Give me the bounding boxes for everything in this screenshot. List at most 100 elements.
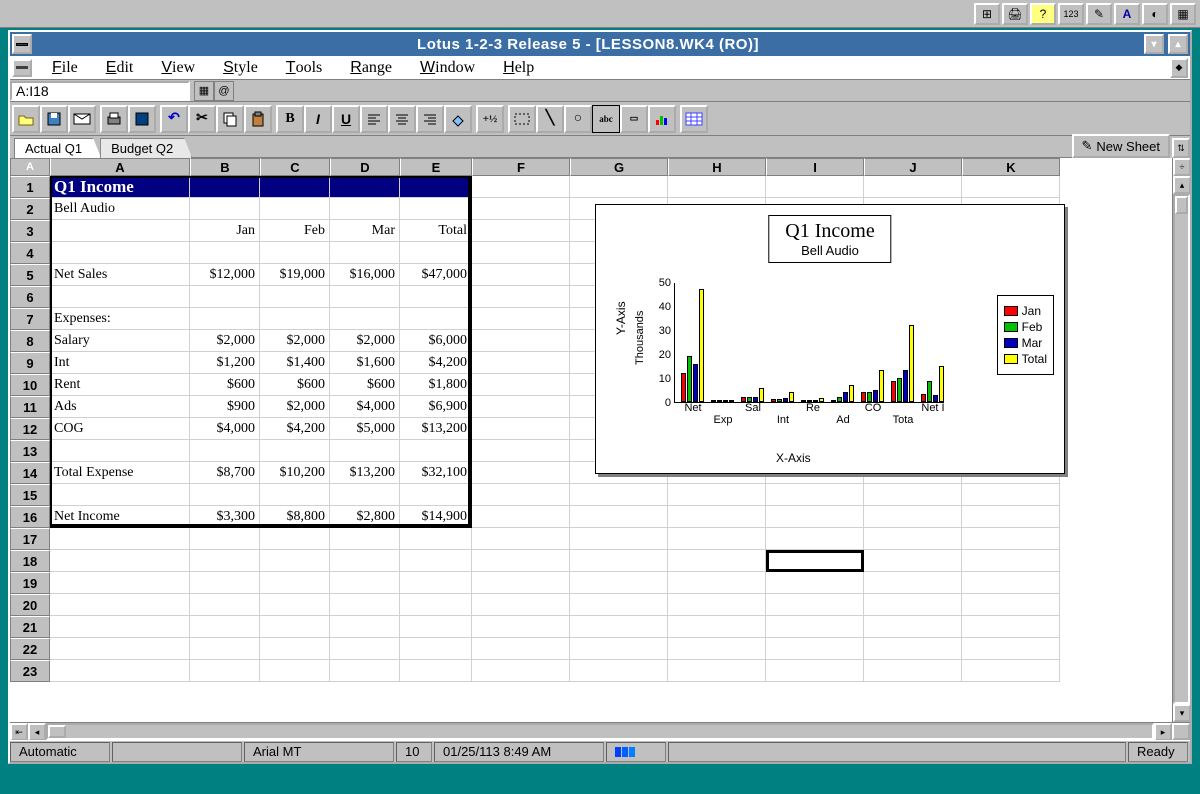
- cell[interactable]: [400, 286, 472, 308]
- cell[interactable]: [472, 616, 570, 638]
- cell[interactable]: [190, 594, 260, 616]
- cell[interactable]: $10,200: [260, 462, 330, 484]
- cell[interactable]: [50, 638, 190, 660]
- os-tray-icon[interactable]: ◐: [1142, 3, 1168, 25]
- cell[interactable]: [190, 484, 260, 506]
- cell[interactable]: [50, 220, 190, 242]
- column-header[interactable]: C: [260, 158, 330, 176]
- cell[interactable]: Rent: [50, 374, 190, 396]
- row-header[interactable]: 4: [10, 242, 50, 264]
- cell[interactable]: [400, 616, 472, 638]
- tab-scroll-button[interactable]: ⇅: [1172, 138, 1190, 158]
- cell[interactable]: $2,000: [260, 396, 330, 418]
- select-range-icon[interactable]: [508, 105, 536, 133]
- column-header[interactable]: H: [668, 158, 766, 176]
- cell[interactable]: [400, 528, 472, 550]
- cell[interactable]: Bell Audio: [50, 198, 190, 220]
- column-header[interactable]: A: [50, 158, 190, 176]
- cell[interactable]: [330, 484, 400, 506]
- cell[interactable]: [864, 594, 962, 616]
- os-tray-icon[interactable]: 🖨: [1002, 3, 1028, 25]
- cell[interactable]: [50, 594, 190, 616]
- sum-icon[interactable]: +½: [476, 105, 504, 133]
- cell[interactable]: [472, 528, 570, 550]
- cell[interactable]: [570, 550, 668, 572]
- open-icon[interactable]: [12, 105, 40, 133]
- cell[interactable]: $600: [330, 374, 400, 396]
- cell[interactable]: [50, 242, 190, 264]
- cell[interactable]: [260, 308, 330, 330]
- status-font-size[interactable]: 10: [396, 742, 432, 762]
- document-system-menu-icon[interactable]: [12, 59, 32, 77]
- cell[interactable]: [570, 528, 668, 550]
- cell[interactable]: [570, 616, 668, 638]
- cell[interactable]: [570, 176, 668, 198]
- cell[interactable]: [668, 176, 766, 198]
- cell[interactable]: [330, 242, 400, 264]
- cell[interactable]: [190, 550, 260, 572]
- cell[interactable]: $2,000: [330, 330, 400, 352]
- cell[interactable]: Ads: [50, 396, 190, 418]
- cell[interactable]: [570, 506, 668, 528]
- cell[interactable]: [400, 176, 472, 198]
- cell[interactable]: [330, 638, 400, 660]
- cell[interactable]: $32,100: [400, 462, 472, 484]
- row-header[interactable]: 2: [10, 198, 50, 220]
- cell[interactable]: [260, 528, 330, 550]
- cell[interactable]: $8,800: [260, 506, 330, 528]
- maximize-button[interactable]: ▴: [1168, 34, 1188, 54]
- cell[interactable]: [472, 594, 570, 616]
- cell[interactable]: $2,800: [330, 506, 400, 528]
- cell[interactable]: [472, 308, 570, 330]
- cell[interactable]: [864, 572, 962, 594]
- cell[interactable]: [864, 550, 962, 572]
- cell[interactable]: [260, 638, 330, 660]
- cell[interactable]: [668, 506, 766, 528]
- cell[interactable]: [190, 638, 260, 660]
- cell[interactable]: [400, 594, 472, 616]
- column-header[interactable]: I: [766, 158, 864, 176]
- cell[interactable]: [260, 550, 330, 572]
- cell[interactable]: Net Income: [50, 506, 190, 528]
- cell[interactable]: [400, 550, 472, 572]
- sheet-tab[interactable]: Actual Q1: [14, 138, 101, 158]
- cell[interactable]: Mar: [330, 220, 400, 242]
- row-header[interactable]: 9: [10, 352, 50, 374]
- cell[interactable]: [668, 660, 766, 682]
- cell[interactable]: [260, 484, 330, 506]
- os-tray-icon[interactable]: ✎: [1086, 3, 1112, 25]
- cell[interactable]: $5,000: [330, 418, 400, 440]
- cell[interactable]: [400, 198, 472, 220]
- cell[interactable]: [190, 440, 260, 462]
- cell[interactable]: [50, 528, 190, 550]
- titlebar[interactable]: Lotus 1-2-3 Release 5 - [LESSON8.WK4 (RO…: [10, 32, 1190, 56]
- cell[interactable]: [400, 484, 472, 506]
- embedded-chart[interactable]: Q1 Income Bell Audio Y-Axis Thousands 01…: [595, 204, 1065, 474]
- cell[interactable]: [570, 484, 668, 506]
- row-header[interactable]: 23: [10, 660, 50, 682]
- cell[interactable]: [472, 638, 570, 660]
- cell-reference-box[interactable]: A:I18: [10, 81, 190, 101]
- menu-file[interactable]: File: [38, 57, 92, 79]
- align-right-icon[interactable]: [416, 105, 444, 133]
- tab-prev-icon[interactable]: ◂: [28, 723, 46, 741]
- cell[interactable]: $1,800: [400, 374, 472, 396]
- cell[interactable]: [472, 550, 570, 572]
- cell[interactable]: $2,000: [190, 330, 260, 352]
- menu-view[interactable]: View: [147, 57, 209, 79]
- row-header[interactable]: 16: [10, 506, 50, 528]
- cell[interactable]: [668, 572, 766, 594]
- cell[interactable]: [330, 440, 400, 462]
- cell[interactable]: [472, 198, 570, 220]
- cell[interactable]: [400, 572, 472, 594]
- os-tray-icon[interactable]: ▦: [1170, 3, 1196, 25]
- new-sheet-button[interactable]: ✎ New Sheet: [1072, 134, 1171, 158]
- cell[interactable]: [962, 176, 1060, 198]
- cell[interactable]: Total Expense: [50, 462, 190, 484]
- text-box-icon[interactable]: abc: [592, 105, 620, 133]
- cell[interactable]: [400, 638, 472, 660]
- line-icon[interactable]: ╲: [536, 105, 564, 133]
- cell[interactable]: [472, 440, 570, 462]
- tab-first-icon[interactable]: ⇤: [10, 723, 28, 741]
- vertical-scrollbar[interactable]: ÷ ▴ ▾: [1172, 158, 1190, 722]
